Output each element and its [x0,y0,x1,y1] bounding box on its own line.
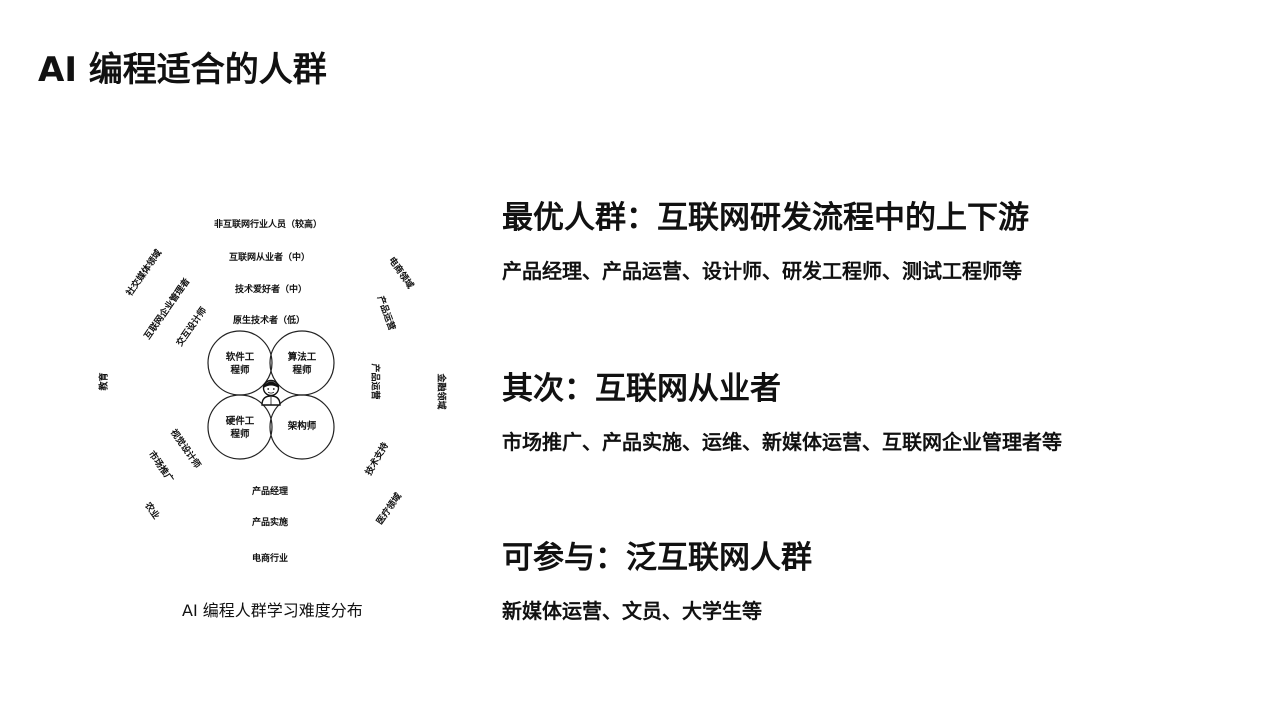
level-label-internet-practitioner: 互联网从业者（中） [229,253,311,263]
section-participate: 可参与：泛互联网人群 新媒体运营、文员、大学生等 [502,532,1242,624]
petal-label-software: 软件工 程师 [225,352,255,376]
label-ecommerce-industry: 电商行业 [252,554,289,564]
petal-label-architect: 架构师 [287,421,317,432]
section-best: 最优人群：互联网研发流程中的上下游 产品经理、产品运营、设计师、研发工程师、测试… [502,192,1242,284]
section-heading: 其次：互联网从业者 [502,371,781,407]
section-detail: 新媒体运营、文员、大学生等 [502,599,762,623]
section-detail: 产品经理、产品运营、设计师、研发工程师、测试工程师等 [502,259,1022,283]
difficulty-diagram: 软件工 程师 算法工 程师 硬件工 程师 架构师 非互联网行业人员（较高） 互联… [90,205,470,585]
label-product-impl: 产品实施 [252,518,289,528]
section-heading: 最优人群：互联网研发流程中的上下游 [502,200,1029,236]
petal-label-hardware: 硬件工 程师 [225,416,255,440]
section-second: 其次：互联网从业者 市场推广、产品实施、运维、新媒体运营、互联网企业管理者等 [502,363,1242,455]
page-title: AI 编程适合的人群 [38,50,327,90]
diagram-caption: AI 编程人群学习难度分布 [182,601,363,620]
section-detail: 市场推广、产品实施、运维、新媒体运营、互联网企业管理者等 [502,430,1062,454]
label-finance-field: 金融领域 [435,373,446,410]
petal-label-algorithm: 算法工 程师 [287,352,317,376]
label-product-ops-2: 产品运营 [369,363,380,400]
level-label-tech-enthusiast: 技术爱好者（中） [235,285,308,295]
label-education: 教育 [99,372,110,391]
level-label-non-internet: 非互联网行业人员（较高） [214,220,323,230]
level-label-native-tech: 原生技术者（低） [233,316,306,326]
section-heading: 可参与：泛互联网人群 [502,540,812,576]
person-icon [261,379,281,406]
label-product-manager: 产品经理 [252,487,289,497]
